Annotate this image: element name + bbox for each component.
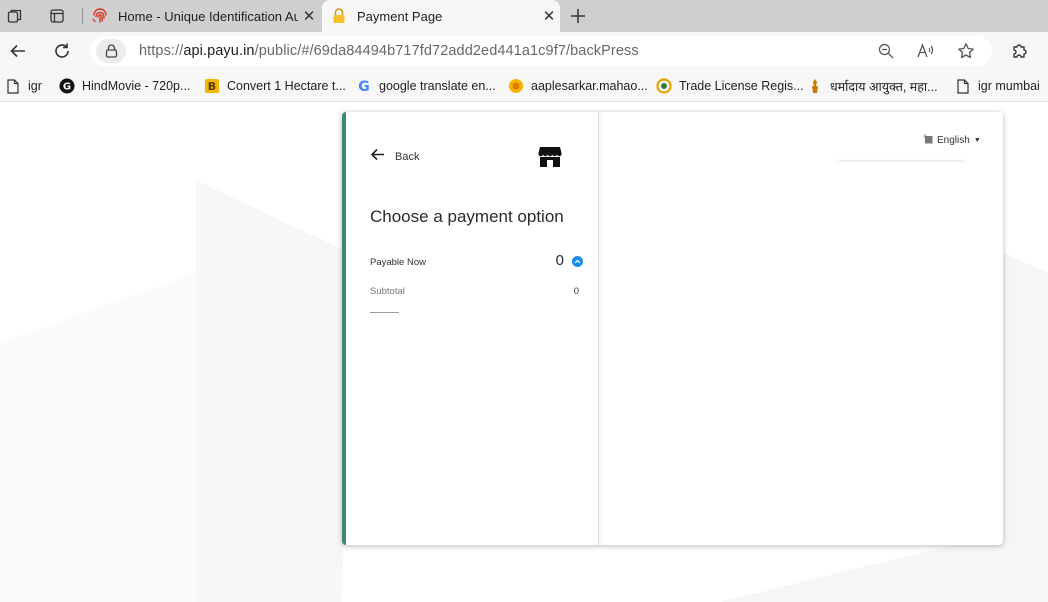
subtotal-amount: 0	[573, 286, 579, 297]
extensions-puzzle-icon[interactable]	[1010, 41, 1030, 61]
bookmark-hindmovie[interactable]: G HindMovie - 720p...	[59, 77, 190, 95]
bookmark-convert-hectare[interactable]: B Convert 1 Hectare t...	[204, 77, 346, 95]
zoom-out-icon[interactable]	[877, 42, 895, 60]
chrome-ring-icon	[656, 78, 672, 94]
bookmark-label: Trade License Regis...	[679, 79, 804, 93]
bookmark-aaplesarkar[interactable]: aaplesarkar.mahao...	[508, 77, 648, 95]
svg-text:G: G	[358, 79, 370, 94]
bookmarks-bar: igr G HindMovie - 720p... B Convert 1 He…	[0, 70, 1048, 102]
close-icon[interactable]: ✕	[298, 7, 320, 25]
language-dropdown-edge	[838, 156, 965, 160]
url-scheme: https://	[139, 43, 184, 59]
bookmark-label: धर्मादाय आयुक्त, महा...	[830, 79, 938, 94]
coin-icon	[508, 78, 524, 94]
bookmark-google-translate[interactable]: G google translate en...	[356, 77, 496, 95]
tab-uidai[interactable]: Home - Unique Identification Au ✕	[83, 0, 320, 32]
bookmark-label: igr mumbai	[978, 79, 1040, 93]
language-label: English	[937, 134, 970, 146]
svg-text:a: a	[923, 134, 926, 140]
back-arrow-icon[interactable]	[8, 41, 28, 61]
b-logo-icon: B	[204, 78, 220, 94]
page-icon	[955, 78, 971, 94]
bookmark-igr-mumbai[interactable]: igr mumbai	[955, 77, 1040, 95]
google-icon: G	[356, 78, 372, 94]
emblem-icon	[807, 78, 823, 94]
back-arrow-icon	[370, 148, 385, 166]
payment-summary-panel: Back Choose a payment option Payable Now…	[342, 112, 599, 545]
fingerprint-icon	[91, 7, 109, 25]
bookmark-label: igr	[28, 79, 42, 93]
address-bar[interactable]: https://api.payu.in/public/#/69da84494b7…	[90, 36, 992, 66]
payable-now-amount: 0	[555, 252, 564, 269]
payment-card: Back Choose a payment option Payable Now…	[342, 112, 1003, 545]
page-icon	[5, 78, 21, 94]
g-logo-icon: G	[59, 78, 75, 94]
tab-title: Payment Page	[357, 8, 443, 24]
bookmark-label: Convert 1 Hectare t...	[227, 79, 346, 93]
tab-title: Home - Unique Identification Au	[118, 8, 298, 24]
language-selector[interactable]: a English ▼	[922, 132, 981, 148]
summary-divider	[370, 312, 399, 313]
svg-text:G: G	[63, 82, 71, 93]
tab-payment-page[interactable]: Payment Page ✕	[322, 0, 560, 32]
translate-icon: a	[922, 133, 933, 147]
back-button[interactable]: Back	[370, 148, 420, 166]
store-icon	[538, 146, 562, 168]
bookmark-dharmaday[interactable]: धर्मादाय आयुक्त, महा...	[807, 77, 938, 95]
subtotal-label: Subtotal	[370, 286, 405, 297]
bookmark-label: HindMovie - 720p...	[82, 79, 191, 93]
page-viewport: Back Choose a payment option Payable Now…	[0, 103, 1048, 602]
expand-details-icon[interactable]	[572, 256, 583, 267]
refresh-icon[interactable]	[52, 41, 72, 61]
svg-text:B: B	[208, 80, 216, 93]
new-tab-plus-icon[interactable]	[567, 5, 589, 27]
bookmark-igr[interactable]: igr	[5, 77, 42, 95]
close-icon[interactable]: ✕	[538, 7, 560, 25]
bookmark-trade-license[interactable]: Trade License Regis...	[656, 77, 804, 95]
caret-down-icon: ▼	[973, 136, 981, 144]
read-aloud-icon[interactable]	[917, 42, 935, 60]
bookmark-label: aaplesarkar.mahao...	[531, 79, 648, 93]
url-path: /public/#/69da84494b717fd72add2ed441a1c9…	[254, 43, 639, 59]
workspaces-icon[interactable]	[6, 7, 24, 25]
url-host: api.payu.in	[183, 43, 255, 59]
tab-actions-icon[interactable]	[48, 7, 66, 25]
tab-bar: Home - Unique Identification Au ✕ Paymen…	[0, 0, 1048, 32]
lock-icon	[330, 7, 348, 25]
back-label: Back	[395, 151, 420, 163]
site-info-lock-icon[interactable]	[96, 39, 126, 63]
bookmark-label: google translate en...	[379, 79, 496, 93]
favorite-star-icon[interactable]	[957, 42, 975, 60]
payable-now-label: Payable Now	[370, 257, 426, 268]
page-title: Choose a payment option	[370, 207, 564, 226]
browser-toolbar: https://api.payu.in/public/#/69da84494b7…	[0, 32, 1048, 70]
url-text[interactable]: https://api.payu.in/public/#/69da84494b7…	[139, 43, 639, 59]
